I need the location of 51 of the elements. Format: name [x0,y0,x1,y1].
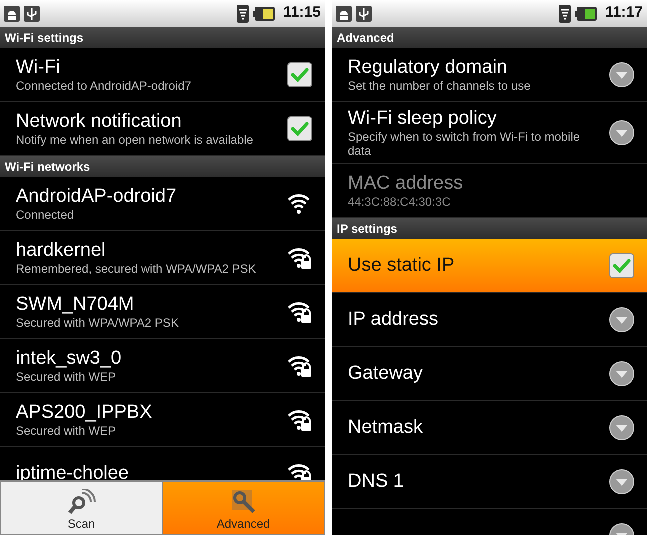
menu-item[interactable]: Advanced [163,482,324,534]
battery-icon [253,6,276,20]
row-subtitle: 44:3C:88:C4:30:3C [348,195,452,209]
battery-icon [575,6,598,20]
row-subtitle: Connected to AndroidAP-odroid7 [16,79,192,93]
row-subtitle: Secured with WEP [16,370,118,384]
row-title: Wi-Fi sleep policy [348,107,498,130]
section-header: IP settings [332,218,647,239]
row-title: IP address [348,308,440,331]
row-title: SWM_N704M [16,293,136,316]
row-title: Regulatory domain [348,56,508,79]
section-header: Wi-Fi networks [0,156,325,177]
row-title: intek_sw3_0 [16,347,123,370]
row-title: Network notification [16,110,183,133]
checkbox[interactable] [609,252,635,278]
row-subtitle: Specify when to switch from Wi-Fi to mobile data [348,130,582,158]
row-title: DNS 1 [348,470,405,493]
row-title: AndroidAP-odroid7 [16,185,178,208]
checkbox[interactable] [287,116,313,142]
clock: 11:17 [605,3,643,24]
menu-item[interactable]: Scan [1,482,162,534]
dropdown-icon[interactable] [609,306,635,332]
row-subtitle: Set the number of channels to use [348,79,532,93]
row-title: iptime-cholee [16,462,130,485]
row-title: MAC address [348,172,464,195]
section-header: Advanced [332,27,647,48]
section-header: Wi-Fi settings [0,27,325,48]
row-subtitle: Connected [16,208,76,222]
wifi-signal-icon [559,4,572,22]
row-title: Wi-Fi [16,56,62,79]
row-subtitle: Notify me when an open network is available [16,133,254,147]
clock: 11:15 [283,3,321,24]
row-subtitle: Secured with WEP [16,424,118,438]
row-title: APS200_IPPBX [16,401,154,424]
dropdown-icon[interactable] [609,62,635,88]
row-title: hardkernel [16,239,107,262]
checkbox[interactable] [287,62,313,88]
dropdown-icon[interactable] [609,414,635,440]
row-subtitle: Remembered, secured with WPA/WPA2 PSK [16,262,258,276]
row-title: Use static IP [348,254,456,277]
usb-icon [24,6,40,22]
row-title: Netmask [348,416,424,439]
dropdown-icon[interactable] [609,468,635,494]
usb-icon [356,6,372,22]
search-icon [68,489,96,515]
dropdown-icon[interactable] [609,360,635,386]
dropdown-icon[interactable] [609,120,635,146]
settings-row[interactable]: Use static IP [332,239,647,293]
row-subtitle: Secured with WPA/WPA2 PSK [16,316,180,330]
wifi-signal-icon [237,4,250,22]
row-title: Gateway [348,362,424,385]
